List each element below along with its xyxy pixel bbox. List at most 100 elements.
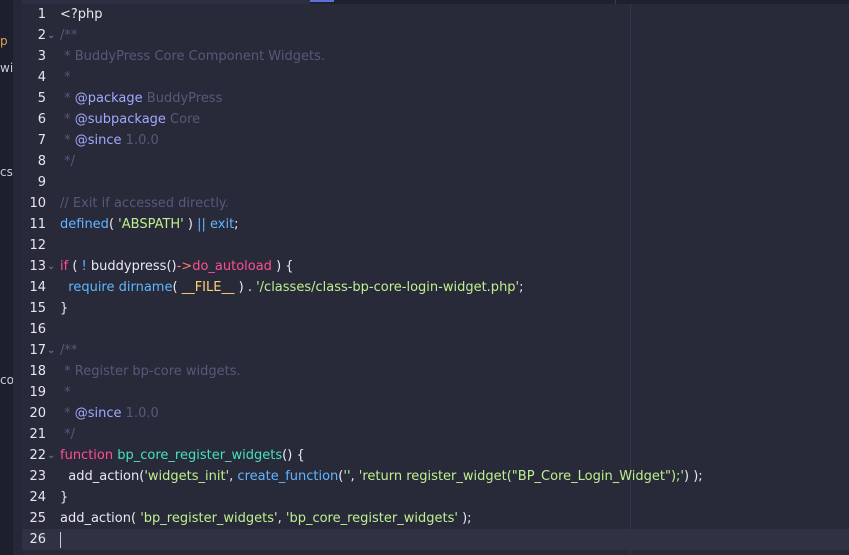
code-line[interactable]: 20 * @since 1.0.0 xyxy=(22,403,849,424)
line-number[interactable]: 3 xyxy=(22,46,46,67)
code-text[interactable]: * @since 1.0.0 xyxy=(60,403,159,424)
code-line[interactable]: 5 * @package BuddyPress xyxy=(22,88,849,109)
code-text[interactable]: */ xyxy=(60,424,75,445)
code-line[interactable]: 13 ⌄ if ( ! buddypress()->do_autoload ) { xyxy=(22,256,849,277)
code-text[interactable]: defined( 'ABSPATH' ) || exit; xyxy=(60,214,239,235)
code-line[interactable]: 17 ⌄/** xyxy=(22,340,849,361)
code-text[interactable]: } xyxy=(60,298,68,319)
code-token: ) . xyxy=(234,280,257,295)
line-number[interactable]: 2 xyxy=(22,25,46,46)
line-number[interactable]: 14 xyxy=(22,277,46,298)
code-line[interactable]: 12 xyxy=(22,235,849,256)
code-token: () { xyxy=(282,448,305,463)
code-token: __FILE__ xyxy=(181,280,235,295)
code-text[interactable]: * Register bp-core widgets. xyxy=(60,361,241,382)
line-number[interactable]: 10 xyxy=(22,193,46,214)
code-text[interactable]: // Exit if accessed directly. xyxy=(60,193,229,214)
line-number[interactable]: 6 xyxy=(22,109,46,130)
line-number[interactable]: 15 xyxy=(22,298,46,319)
line-number[interactable]: 23 xyxy=(22,466,46,487)
line-number[interactable]: 1 xyxy=(22,4,46,25)
code-token: ) { xyxy=(271,259,294,274)
code-token: * xyxy=(60,91,75,106)
code-line[interactable]: 25 add_action( 'bp_register_widgets', 'bp… xyxy=(22,508,849,529)
code-line[interactable]: 19 * xyxy=(22,382,849,403)
fold-chevron-icon[interactable]: ⌄ xyxy=(47,340,57,361)
code-line[interactable]: 1 <?php xyxy=(22,4,849,25)
code-token: BuddyPress xyxy=(142,91,223,106)
code-token: @package xyxy=(74,91,143,106)
code-line[interactable]: 18 * Register bp-core widgets. xyxy=(22,361,849,382)
code-line[interactable]: 10 // Exit if accessed directly. xyxy=(22,193,849,214)
code-line[interactable]: 2 ⌄/** xyxy=(22,25,849,46)
line-number[interactable]: 8 xyxy=(22,151,46,172)
code-token: @since xyxy=(74,133,122,148)
code-text[interactable]: /** xyxy=(60,340,77,361)
line-number[interactable]: 25 xyxy=(22,508,46,529)
code-text[interactable]: add_action('widgets_init', create_functi… xyxy=(60,466,703,487)
code-line[interactable]: 7 * @since 1.0.0 xyxy=(22,130,849,151)
code-text[interactable]: <?php xyxy=(60,4,103,25)
side-panel-strip: p wi css coi xyxy=(0,0,13,555)
code-token: function xyxy=(60,448,114,463)
code-line[interactable]: 4 * xyxy=(22,67,849,88)
code-line[interactable]: 3 * BuddyPress Core Component Widgets. xyxy=(22,46,849,67)
code-line[interactable]: 9 xyxy=(22,172,849,193)
code-text[interactable]: } xyxy=(60,487,68,508)
code-text[interactable]: if ( ! buddypress()->do_autoload ) { xyxy=(60,256,294,277)
fold-chevron-icon[interactable]: ⌄ xyxy=(47,256,57,277)
code-token: * xyxy=(60,385,71,400)
line-number[interactable]: 21 xyxy=(22,424,46,445)
line-number[interactable]: 12 xyxy=(22,235,46,256)
code-line[interactable]: 23 add_action('widgets_init', create_fun… xyxy=(22,466,849,487)
side-panel-label[interactable]: css xyxy=(0,166,13,178)
line-number[interactable]: 22 xyxy=(22,445,46,466)
code-line[interactable]: 22 ⌄ function bp_core_register_widgets() { xyxy=(22,445,849,466)
fold-chevron-icon[interactable]: ⌄ xyxy=(47,445,57,466)
code-line[interactable]: 15} xyxy=(22,298,849,319)
line-number[interactable]: 18 xyxy=(22,361,46,382)
side-panel-label[interactable]: p xyxy=(0,35,8,47)
code-token: create_function xyxy=(237,469,339,484)
line-number[interactable]: 11 xyxy=(22,214,46,235)
line-number[interactable]: 7 xyxy=(22,130,46,151)
code-line[interactable]: 14 require dirname( __FILE__ ) . '/class… xyxy=(22,277,849,298)
line-number[interactable]: 16 xyxy=(22,319,46,340)
code-text[interactable]: * @package BuddyPress xyxy=(60,88,222,109)
code-line[interactable]: 24} xyxy=(22,487,849,508)
line-number[interactable]: 19 xyxy=(22,382,46,403)
code-line[interactable]: 6 * @subpackage Core xyxy=(22,109,849,130)
code-text[interactable]: function bp_core_register_widgets() { xyxy=(60,445,305,466)
code-text[interactable]: * xyxy=(60,67,71,88)
fold-chevron-icon[interactable]: ⌄ xyxy=(47,25,57,46)
line-number[interactable]: 24 xyxy=(22,487,46,508)
code-text[interactable]: */ xyxy=(60,151,75,172)
code-text[interactable]: add_action( 'bp_register_widgets', 'bp_c… xyxy=(60,508,472,529)
code-text[interactable]: * @subpackage Core xyxy=(60,109,200,130)
line-number[interactable]: 9 xyxy=(22,172,46,193)
code-text[interactable]: /** xyxy=(60,25,77,46)
code-line[interactable]: 21 */ xyxy=(22,424,849,445)
line-number[interactable]: 13 xyxy=(22,256,46,277)
line-number[interactable]: 4 xyxy=(22,67,46,88)
line-number[interactable]: 17 xyxy=(22,340,46,361)
code-line[interactable]: 8 */ xyxy=(22,151,849,172)
line-number[interactable]: 5 xyxy=(22,88,46,109)
code-token: ) ); xyxy=(683,469,703,484)
code-line[interactable]: 11 defined( 'ABSPATH' ) || exit; xyxy=(22,214,849,235)
code-token: do_autoload xyxy=(192,259,272,274)
code-token: @since xyxy=(74,406,122,421)
code-line[interactable]: 26 xyxy=(22,529,849,550)
code-token: || xyxy=(197,217,206,232)
code-text[interactable]: * BuddyPress Core Component Widgets. xyxy=(60,46,325,67)
code-token: buddypress() xyxy=(90,259,177,274)
side-panel-label[interactable]: coi xyxy=(0,374,13,386)
code-text[interactable]: * @since 1.0.0 xyxy=(60,130,159,151)
side-panel-label[interactable]: wi xyxy=(0,62,13,74)
line-number[interactable]: 26 xyxy=(22,529,46,550)
line-number[interactable]: 20 xyxy=(22,403,46,424)
code-text[interactable]: require dirname( __FILE__ ) . '/classes/… xyxy=(60,277,523,298)
code-text[interactable]: * xyxy=(60,382,71,403)
side-panel-border xyxy=(13,0,22,555)
code-line[interactable]: 16 xyxy=(22,319,849,340)
